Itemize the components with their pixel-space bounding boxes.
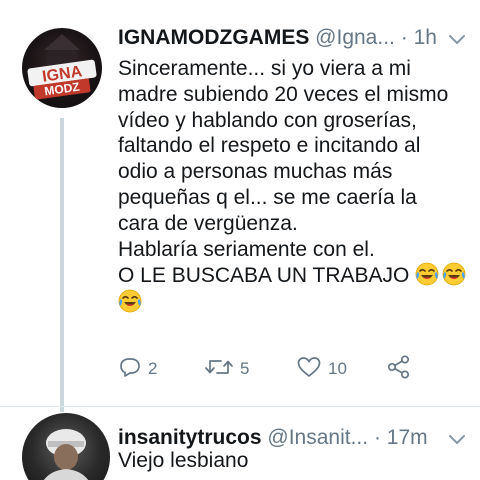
time-separator: · <box>373 426 381 449</box>
tweet-divider <box>0 406 480 407</box>
retweet-icon <box>204 355 240 384</box>
reply-button[interactable]: 2 <box>118 354 157 384</box>
tweet-text-line: madre subiendo 20 veces el mismo <box>118 82 449 106</box>
tweet-text-line: Viejo lesbiano <box>118 449 249 472</box>
tweet-text-line: pequeñas q el... se me caería la <box>118 185 417 209</box>
tweet-text: Sinceramente... si yo viera a mi madre s… <box>118 56 470 316</box>
share-icon <box>386 354 418 385</box>
tweet-text-line: O LE BUSCABA UN TRABAJO <box>118 264 410 288</box>
user-handle[interactable]: @Insanit... <box>267 426 368 449</box>
share-button[interactable] <box>386 354 418 384</box>
avatar-image <box>43 429 89 480</box>
tweet[interactable]: insanitytrucos @Insanit... · 17m Viejo l… <box>0 408 480 480</box>
tweet-header: IGNAMODZGAMES @Igna... · 1h <box>118 23 468 53</box>
like-icon <box>296 355 328 384</box>
tweet-text-line: Hablaría seriamente con el. <box>118 237 375 261</box>
display-name[interactable]: insanitytrucos <box>118 426 262 449</box>
tweet-text-line: odio a personas muchas más <box>118 160 393 184</box>
avatar[interactable]: IGNA MODZ <box>22 28 102 108</box>
thread-connector-line <box>60 118 64 412</box>
timestamp[interactable]: 17m <box>387 426 428 449</box>
reply-icon <box>118 355 148 384</box>
face-with-tears-of-joy-emoji <box>442 262 466 286</box>
like-count: 10 <box>328 359 347 378</box>
time-separator: · <box>400 26 408 49</box>
tweet-text-line: vídeo y hablando con groserías, <box>118 108 417 132</box>
avatar-logo-image: IGNA MODZ <box>27 34 97 100</box>
tweet-emoji-line <box>118 289 470 316</box>
face-with-tears-of-joy-emoji <box>415 262 439 286</box>
reply-count: 2 <box>148 359 158 378</box>
retweet-button[interactable]: 5 <box>204 354 249 384</box>
display-name[interactable]: IGNAMODZGAMES <box>118 26 309 49</box>
face-with-tears-of-joy-emoji <box>118 289 142 313</box>
timestamp[interactable]: 1h <box>414 26 437 49</box>
tweet-text-last-line: O LE BUSCABA UN TRABAJO <box>118 262 470 289</box>
tweet[interactable]: IGNA MODZ IGNAMODZGAMES @Igna... · 1h Si… <box>0 0 480 412</box>
tweet-text-line: faltando el respeto e incitando al <box>118 134 421 158</box>
tweet-text-line: cara de vergüenza. <box>118 211 298 235</box>
like-button[interactable]: 10 <box>296 354 347 384</box>
tweet-text-line: Sinceramente... si yo viera a mi <box>118 57 411 80</box>
chevron-down-icon[interactable] <box>446 23 468 53</box>
user-handle[interactable]: @Igna... <box>315 26 395 49</box>
tweet-text: Viejo lesbiano <box>118 448 470 474</box>
avatar[interactable] <box>22 413 110 480</box>
tweet-actions: 2 5 10 <box>118 354 438 384</box>
retweet-count: 5 <box>240 359 250 378</box>
